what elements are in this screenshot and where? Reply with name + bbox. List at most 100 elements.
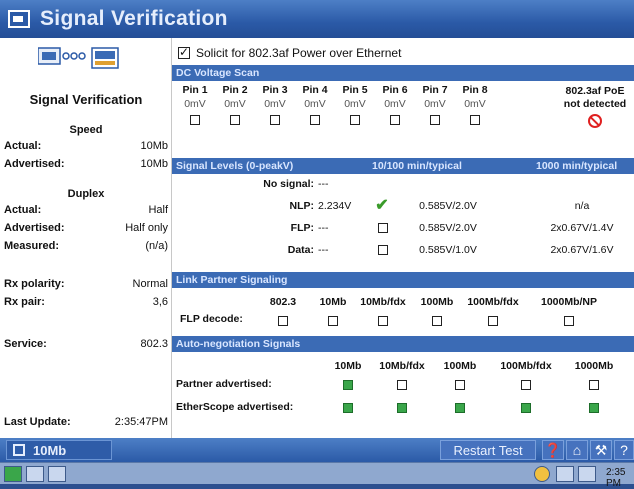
battery-icon[interactable] [556,466,574,482]
poe-status: not detected [563,98,627,110]
last-update-row: Last Update: 2:35:47PM [4,416,168,428]
speed-actual-row: Actual: 10Mb [4,140,168,152]
status-icon[interactable] [534,466,550,482]
etherscope-advertised-box [454,402,466,414]
pin-header: Pin 1 [182,84,208,96]
window-icon[interactable] [48,466,66,482]
link-partner-col-header: 100Mb/fdx [467,296,519,308]
pin-header: Pin 5 [342,84,368,96]
nlp-detected-check-icon: ✔ [375,197,389,214]
flp-decode-checkbox [277,315,289,327]
pin-voltage: 0mV [384,98,406,110]
flp-label: FLP: [290,222,314,234]
pin-checkbox [389,114,401,126]
speed-advertised-label: Advertised: [4,158,65,170]
flp-checkbox [377,222,389,234]
pin-voltage: 0mV [264,98,286,110]
speed-advertised-value: 10Mb [140,158,168,170]
link-partner-title: Link Partner Signaling [176,274,288,286]
pin-voltage: 0mV [464,98,486,110]
etherscope-advertised-box [588,402,600,414]
os-taskbar: 2:35 PM [0,462,634,489]
partner-advertised-box [454,379,466,391]
flp-decode-checkbox [487,315,499,327]
duplex-actual-label: Actual: [4,204,42,216]
prohibited-icon [586,114,604,131]
duplex-measured-value: (n/a) [145,240,168,252]
flp-decode-checkbox [327,315,339,327]
network-link-icon [38,47,119,69]
duplex-advertised-value: Half only [125,222,168,234]
flp-decode-checkbox [563,315,575,327]
app-window: Signal Verification Signal Verification … [0,0,634,489]
autoneg-title: Auto-negotiation Signals [176,338,301,350]
data-1000-value: 2x0.67V/1.6V [550,244,614,256]
app-menu-icon[interactable] [8,10,30,28]
service-label: Service: [4,338,47,350]
etherscope-advertised-box [396,402,408,414]
dc-voltage-scan-header: DC Voltage Scan [172,65,634,81]
flp-decode-checkbox [377,315,389,327]
data-10-100-value: 0.585V/1.0V [419,244,477,256]
speed-actual-value: 10Mb [140,140,168,152]
partner-advertised-box [588,379,600,391]
signal-levels-col-10-100: 10/100 min/typical [372,160,462,172]
pin-header: Pin 8 [462,84,488,96]
data-checkbox [377,244,389,256]
partner-advertised-box [342,379,354,391]
duplex-title: Duplex [67,188,105,200]
link-partner-col-header: 1000Mb/NP [540,296,598,308]
pin-checkbox [229,114,241,126]
etherscope-advertised-box [342,402,354,414]
rx-pair-row: Rx pair: 3,6 [4,296,168,308]
link-partner-col-header: 10Mb/fdx [360,296,406,308]
solicit-poe-checkbox[interactable]: Solicit for 802.3af Power over Ethernet [178,45,401,60]
nlp-10-100-value: 0.585V/2.0V [419,200,477,212]
pin-voltage: 0mV [344,98,366,110]
flp-1000-value: 2x0.67V/1.4V [550,222,614,234]
signal-levels-title: Signal Levels (0-peakV) [176,160,294,172]
rx-pair-label: Rx pair: [4,296,45,308]
tools-icon[interactable]: ⚒ [590,440,612,460]
keyboard-icon[interactable] [26,466,44,482]
restart-test-button[interactable]: Restart Test [440,440,536,460]
pin-header: Pin 3 [262,84,288,96]
autoneg-col-header: 1000Mb [574,360,614,372]
speed-actual-label: Actual: [4,140,42,152]
flp-value: --- [318,222,329,234]
title-bar: Signal Verification [0,0,634,38]
dc-voltage-scan-title: DC Voltage Scan [176,67,260,79]
speaker-icon[interactable] [578,466,596,482]
no-signal-label: No signal: [263,178,314,190]
duplex-actual-row: Actual: Half [4,204,168,216]
partner-advertised-box [396,379,408,391]
flp-decode-label: FLP decode: [180,313,243,325]
pin-checkbox [349,114,361,126]
pin-header: Pin 2 [222,84,248,96]
signal-levels-col-1000: 1000 min/typical [536,160,618,172]
help-icon[interactable]: ❓ [542,440,564,460]
etherscope-advertised-box [520,402,532,414]
autoneg-col-header: 100Mb/fdx [500,360,552,372]
pin-voltage: 0mV [184,98,206,110]
window-title: Signal Verification [40,7,228,30]
pin-voltage: 0mV [424,98,446,110]
main-panel: Solicit for 802.3af Power over Ethernet … [172,38,634,438]
pin-checkbox [189,114,201,126]
pin-checkbox [429,114,441,126]
partner-advertised-box [520,379,532,391]
pin-checkbox [269,114,281,126]
question-icon[interactable]: ? [614,440,634,460]
start-icon[interactable] [4,466,22,482]
data-label: Data: [287,244,314,256]
clock: 2:35 PM [606,467,626,489]
pin-header: Pin 4 [302,84,328,96]
home-icon[interactable]: ⌂ [566,440,588,460]
link-speed-button[interactable]: 10Mb [6,440,112,460]
rx-pair-value: 3,6 [152,296,168,308]
autoneg-col-header: 10Mb/fdx [379,360,425,372]
flp-10-100-value: 0.585V/2.0V [419,222,477,234]
pin-voltage: 0mV [304,98,326,110]
nlp-1000-value: n/a [574,200,590,212]
link-partner-header: Link Partner Signaling [172,272,634,288]
